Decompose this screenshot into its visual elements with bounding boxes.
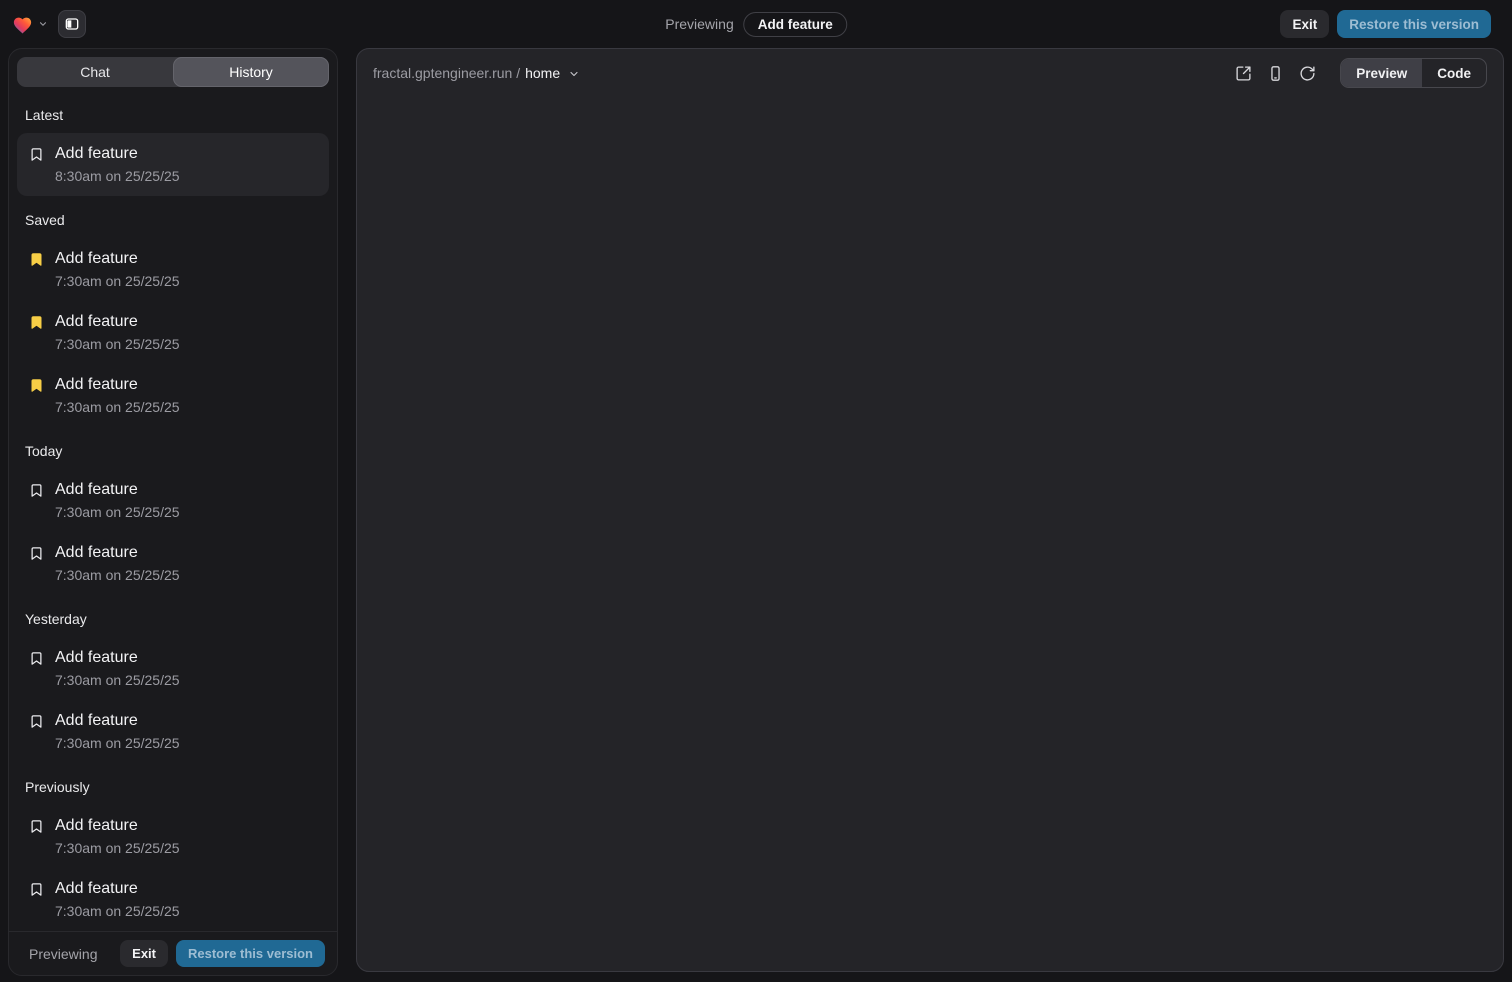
history-item-title: Add feature bbox=[55, 144, 180, 164]
bookmark-filled-icon bbox=[29, 378, 44, 393]
chevron-down-icon bbox=[568, 68, 580, 80]
history-item-timestamp: 7:30am on 25/25/25 bbox=[55, 903, 180, 920]
topbar-left bbox=[12, 10, 86, 38]
section-header-today: Today bbox=[25, 443, 321, 459]
history-item-text: Add feature 7:30am on 25/25/25 bbox=[55, 543, 180, 584]
url-page: home bbox=[525, 65, 560, 81]
chevron-down-icon bbox=[38, 19, 48, 29]
history-item[interactable]: Add feature 7:30am on 25/25/25 bbox=[17, 637, 329, 700]
preview-header-actions: PreviewCode bbox=[1235, 58, 1487, 88]
bookmark-filled-icon bbox=[29, 315, 44, 330]
history-item-title: Add feature bbox=[55, 312, 180, 332]
bookmark-outline-icon bbox=[29, 819, 44, 834]
history-item-text: Add feature 7:30am on 25/25/25 bbox=[55, 879, 180, 920]
bookmark-outline-icon bbox=[29, 483, 44, 498]
previewing-label: Previewing bbox=[665, 16, 733, 32]
history-item-text: Add feature 7:30am on 25/25/25 bbox=[55, 816, 180, 857]
tab-chat[interactable]: Chat bbox=[17, 57, 173, 87]
history-item-text: Add feature 7:30am on 25/25/25 bbox=[55, 249, 180, 290]
view-toggle-code[interactable]: Code bbox=[1422, 59, 1486, 87]
history-item-timestamp: 7:30am on 25/25/25 bbox=[55, 840, 180, 857]
history-item-text: Add feature 8:30am on 25/25/25 bbox=[55, 144, 180, 185]
history-item-text: Add feature 7:30am on 25/25/25 bbox=[55, 711, 180, 752]
history-item-timestamp: 8:30am on 25/25/25 bbox=[55, 168, 180, 185]
refresh-icon[interactable] bbox=[1299, 65, 1316, 82]
sidebar-footer: Previewing Exit Restore this version bbox=[9, 931, 337, 975]
bookmark-outline-icon bbox=[29, 714, 44, 729]
history-item-text: Add feature 7:30am on 25/25/25 bbox=[55, 648, 180, 689]
topbar-center: Previewing Add feature bbox=[665, 12, 847, 37]
history-item-title: Add feature bbox=[55, 375, 180, 395]
history-item[interactable]: Add feature 7:30am on 25/25/25 bbox=[17, 469, 329, 532]
lovable-logo-icon bbox=[12, 15, 33, 34]
view-toggle-preview[interactable]: Preview bbox=[1341, 59, 1422, 87]
footer-exit-button[interactable]: Exit bbox=[120, 940, 168, 967]
history-item-timestamp: 7:30am on 25/25/25 bbox=[55, 672, 180, 689]
tab-history[interactable]: History bbox=[173, 57, 329, 87]
history-item[interactable]: Add feature 8:30am on 25/25/25 bbox=[17, 133, 329, 196]
bookmark-filled-icon bbox=[29, 252, 44, 267]
preview-content bbox=[357, 97, 1503, 971]
history-item[interactable]: Add feature 7:30am on 25/25/25 bbox=[17, 700, 329, 763]
history-item-title: Add feature bbox=[55, 711, 180, 731]
preview-header: fractal.gptengineer.run / home bbox=[357, 49, 1503, 97]
restore-version-button[interactable]: Restore this version bbox=[1337, 10, 1491, 38]
workspace-menu-button[interactable] bbox=[12, 15, 48, 34]
history-item-title: Add feature bbox=[55, 543, 180, 563]
history-item[interactable]: Add feature 7:30am on 25/25/25 bbox=[17, 805, 329, 868]
section-header-saved: Saved bbox=[25, 212, 321, 228]
history-item-title: Add feature bbox=[55, 480, 180, 500]
history-item[interactable]: Add feature 7:30am on 25/25/25 bbox=[17, 364, 329, 427]
history-item-timestamp: 7:30am on 25/25/25 bbox=[55, 399, 180, 416]
section-header-previously: Previously bbox=[25, 779, 321, 795]
history-item-title: Add feature bbox=[55, 816, 180, 836]
history-item[interactable]: Add feature 7:30am on 25/25/25 bbox=[17, 301, 329, 364]
history-item-timestamp: 7:30am on 25/25/25 bbox=[55, 567, 180, 584]
history-item-text: Add feature 7:30am on 25/25/25 bbox=[55, 312, 180, 353]
section-header-latest: Latest bbox=[25, 107, 321, 123]
history-item[interactable]: Add feature 7:30am on 25/25/25 bbox=[17, 238, 329, 301]
mobile-preview-icon[interactable] bbox=[1267, 65, 1284, 82]
history-item-text: Add feature 7:30am on 25/25/25 bbox=[55, 480, 180, 521]
footer-previewing-label: Previewing bbox=[29, 946, 97, 962]
bookmark-outline-icon bbox=[29, 147, 44, 162]
history-item-title: Add feature bbox=[55, 879, 180, 899]
footer-restore-version-button[interactable]: Restore this version bbox=[176, 940, 325, 967]
history-item-timestamp: 7:30am on 25/25/25 bbox=[55, 273, 180, 290]
exit-button[interactable]: Exit bbox=[1280, 10, 1329, 38]
section-header-yesterday: Yesterday bbox=[25, 611, 321, 627]
history-item-timestamp: 7:30am on 25/25/25 bbox=[55, 336, 180, 353]
history-item-text: Add feature 7:30am on 25/25/25 bbox=[55, 375, 180, 416]
preview-panel: fractal.gptengineer.run / home bbox=[356, 48, 1504, 972]
history-item[interactable]: Add feature 7:30am on 25/25/25 bbox=[17, 868, 329, 931]
history-item[interactable]: Add feature 7:30am on 25/25/25 bbox=[17, 532, 329, 595]
version-badge: Add feature bbox=[744, 12, 847, 37]
history-list: Latest Add feature 8:30am on 25/25/25 Saved… bbox=[9, 95, 337, 931]
history-item-title: Add feature bbox=[55, 249, 180, 269]
bookmark-outline-icon bbox=[29, 882, 44, 897]
panel-left-icon bbox=[64, 16, 80, 32]
history-item-timestamp: 7:30am on 25/25/25 bbox=[55, 504, 180, 521]
history-item-title: Add feature bbox=[55, 648, 180, 668]
bookmark-outline-icon bbox=[29, 546, 44, 561]
url-breadcrumb[interactable]: fractal.gptengineer.run / home bbox=[373, 65, 580, 81]
open-in-new-icon[interactable] bbox=[1235, 65, 1252, 82]
preview-code-toggle: PreviewCode bbox=[1340, 58, 1487, 88]
url-domain: fractal.gptengineer.run / bbox=[373, 65, 520, 81]
history-item-timestamp: 7:30am on 25/25/25 bbox=[55, 735, 180, 752]
bookmark-outline-icon bbox=[29, 651, 44, 666]
chat-history-tabs: ChatHistory bbox=[17, 57, 329, 87]
sidebar-toggle-button[interactable] bbox=[58, 10, 86, 38]
topbar-right: Exit Restore this version bbox=[1280, 10, 1491, 38]
sidebar: ChatHistory Latest Add feature 8:30am on 2… bbox=[8, 48, 338, 976]
top-bar: Previewing Add feature Exit Restore this… bbox=[0, 0, 1512, 48]
